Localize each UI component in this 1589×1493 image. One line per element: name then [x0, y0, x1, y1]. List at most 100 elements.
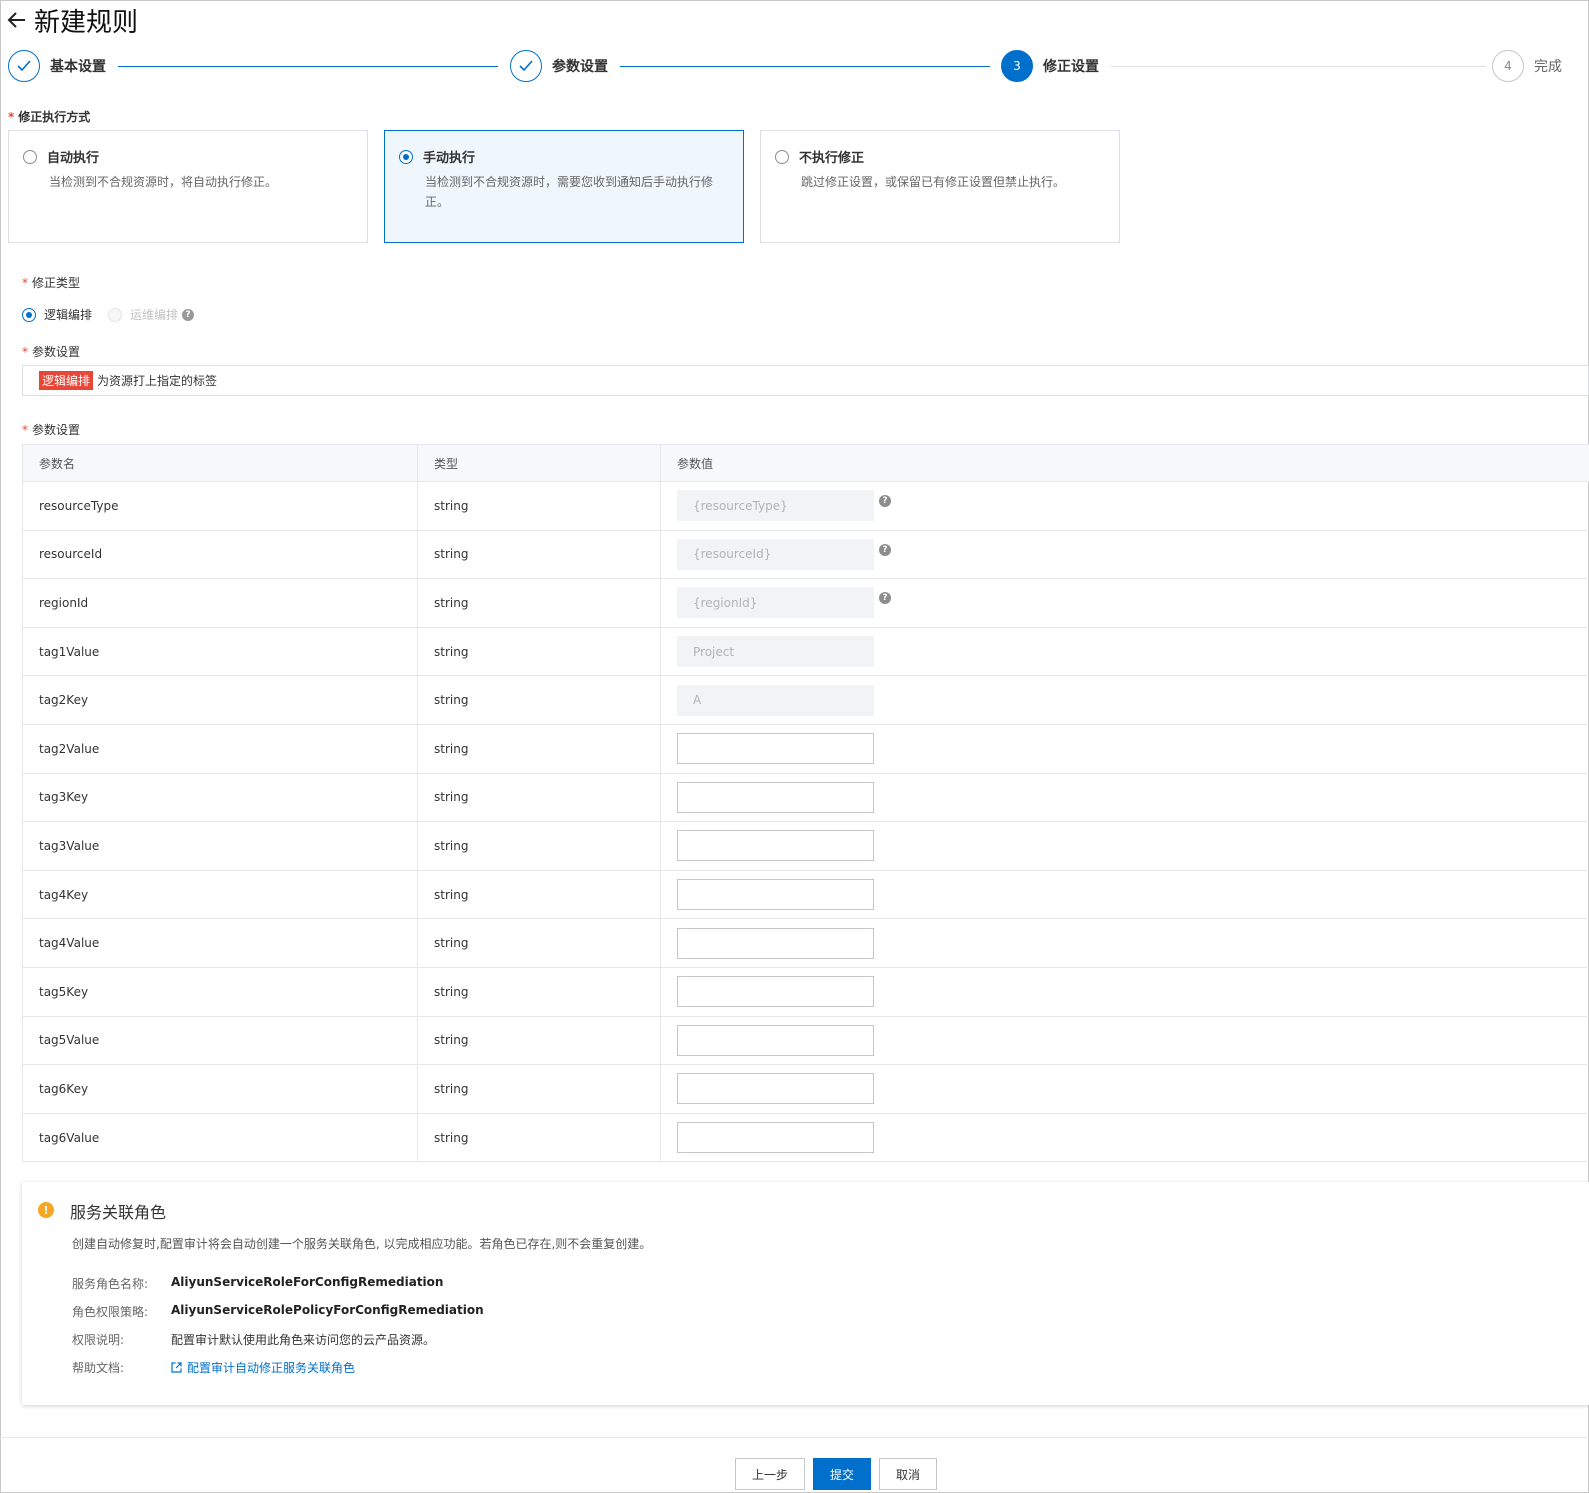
exec-mode-manual-card[interactable]: 手动执行 当检测到不合规资源时，需要您收到通知后手动执行修正。	[384, 130, 744, 243]
help-icon[interactable]: ?	[879, 592, 891, 605]
param-value-cell: {resourceId}?	[661, 531, 1589, 579]
perm-row: 权限说明: 配置审计默认使用此角色来访问您的云产品资源。	[72, 1331, 435, 1348]
param-type: string	[418, 530, 661, 579]
kv-key: 帮助文档:	[72, 1361, 125, 1375]
param-value-input[interactable]	[677, 1024, 874, 1056]
param-name: tag5Key	[22, 967, 418, 1016]
table-row: tag3Key string	[22, 773, 1589, 823]
fix-type-ops: 运维编排 ?	[108, 306, 195, 323]
service-role-panel: ! 服务关联角色 创建自动修复时,配置审计将会自动创建一个服务关联角色, 以完成…	[22, 1182, 1589, 1405]
table-row: tag3Value string	[22, 822, 1589, 871]
exec-mode-none-card[interactable]: 不执行修正 跳过修正设置，或保留已有修正设置但禁止执行。	[760, 130, 1120, 243]
param-type: string	[418, 919, 661, 967]
kv-key: 服务角色名称:	[72, 1277, 149, 1291]
prev-button[interactable]: 上一步	[735, 1458, 805, 1490]
exec-mode-auto-card[interactable]: 自动执行 当检测到不合规资源时，将自动执行修正。	[8, 130, 368, 243]
param-value-cell	[661, 1065, 1589, 1113]
help-icon[interactable]: ?	[182, 308, 195, 321]
param-table-label: * 参数设置	[22, 423, 81, 437]
help-doc-link[interactable]: 配置审计自动修正服务关联角色	[171, 1359, 355, 1376]
table-row: resourceType string {resourceType}?	[22, 482, 1589, 531]
param-value-cell: A	[661, 676, 1589, 724]
param-value-input[interactable]	[677, 1073, 874, 1105]
step-connector	[118, 66, 498, 67]
fix-type-label: * 修正类型	[22, 276, 81, 290]
table-row: tag1Value string Project	[22, 627, 1589, 677]
step-number: 4	[1492, 50, 1524, 82]
param-name: tag6Key	[22, 1065, 418, 1113]
param-value-cell	[661, 822, 1589, 870]
param-value-cell	[661, 1114, 1589, 1162]
param-template-select[interactable]: 逻辑编排 为资源打上指定的标签	[22, 365, 1589, 396]
card-desc: 当检测到不合规资源时，将自动执行修正。	[49, 175, 278, 189]
param-value-input[interactable]	[677, 976, 874, 1008]
param-name: tag4Key	[22, 870, 418, 919]
param-value-cell	[661, 1017, 1589, 1065]
step-basic: 基本设置	[8, 50, 106, 82]
param-name: tag3Value	[22, 822, 418, 870]
param-value-input: {resourceId}	[677, 538, 874, 570]
fix-type-logic[interactable]: 逻辑编排	[22, 306, 92, 323]
param-type: string	[418, 676, 661, 724]
help-doc-link-text: 配置审计自动修正服务关联角色	[187, 1361, 356, 1375]
role-name-row: 服务角色名称: AliyunServiceRoleForConfigRemedi…	[72, 1275, 443, 1292]
radio-logic[interactable]	[22, 307, 36, 322]
param-type: string	[418, 579, 661, 627]
param-value-input[interactable]	[677, 927, 874, 959]
step-label: 参数设置	[552, 59, 608, 75]
template-name: 为资源打上指定的标签	[97, 374, 218, 388]
param-value-input: {regionId}	[677, 587, 874, 619]
radio-auto[interactable]	[23, 149, 37, 164]
table-row: tag6Value string	[22, 1113, 1589, 1163]
param-value-input[interactable]	[677, 781, 874, 813]
param-template-label-text: 参数设置	[32, 345, 81, 359]
step-remediation: 3 修正设置	[1001, 50, 1099, 82]
param-name: tag1Value	[22, 627, 418, 676]
submit-button[interactable]: 提交	[813, 1458, 871, 1490]
table-row: tag4Key string	[22, 870, 1589, 920]
radio-manual[interactable]	[399, 149, 413, 164]
kv-value: AliyunServiceRoleForConfigRemediation	[171, 1275, 444, 1289]
help-icon[interactable]: ?	[879, 543, 891, 556]
step-finish: 4 完成	[1492, 50, 1562, 82]
param-table: 参数名 类型 参数值 resourceType string {resourceTy…	[22, 444, 1589, 1163]
param-value-input[interactable]	[677, 879, 874, 911]
back-arrow-icon[interactable]	[6, 9, 28, 31]
param-value-cell: {resourceType}?	[661, 482, 1589, 530]
param-type: string	[418, 870, 661, 919]
card-title: 不执行修正	[799, 151, 865, 166]
fix-type-group: 逻辑编排 运维编排 ?	[22, 306, 210, 323]
table-row: tag6Key string	[22, 1065, 1589, 1114]
param-value-input[interactable]	[677, 733, 874, 765]
card-desc: 当检测到不合规资源时，需要您收到通知后手动执行修正。	[425, 175, 714, 209]
help-icon[interactable]: ?	[879, 495, 891, 507]
param-name: tag4Value	[22, 919, 418, 967]
param-name: tag5Value	[22, 1016, 418, 1065]
step-label: 修正设置	[1043, 59, 1099, 75]
param-value-cell	[661, 774, 1589, 822]
cancel-button[interactable]: 取消	[879, 1458, 937, 1490]
kv-value: AliyunServiceRolePolicyForConfigRemediat…	[171, 1303, 484, 1317]
header-cell: 参数名	[22, 445, 418, 481]
table-row: tag2Key string A	[22, 676, 1589, 725]
card-title: 自动执行	[47, 151, 100, 166]
card-desc: 跳过修正设置，或保留已有修正设置但禁止执行。	[801, 175, 1066, 189]
param-value-cell	[661, 919, 1589, 967]
doc-row: 帮助文档: 配置审计自动修正服务关联角色	[72, 1359, 355, 1376]
table-row: resourceId string {resourceId}?	[22, 530, 1589, 580]
param-name: resourceType	[22, 482, 418, 530]
param-template-label: * 参数设置	[22, 345, 81, 359]
param-type: string	[418, 1113, 661, 1162]
radio-none[interactable]	[775, 149, 789, 164]
step-params: 参数设置	[510, 50, 608, 82]
table-header: 参数名 类型 参数值	[22, 445, 1589, 482]
param-value-input[interactable]	[677, 1122, 874, 1154]
step-number: 3	[1001, 50, 1033, 82]
param-value-input[interactable]	[677, 830, 874, 862]
param-type: string	[418, 627, 661, 676]
table-row: tag5Value string	[22, 1016, 1589, 1066]
role-policy-row: 角色权限策略: AliyunServiceRolePolicyForConfig…	[72, 1303, 484, 1320]
param-value-cell	[661, 871, 1589, 919]
param-name: tag2Key	[22, 676, 418, 724]
panel-title: 服务关联角色	[70, 1203, 167, 1222]
